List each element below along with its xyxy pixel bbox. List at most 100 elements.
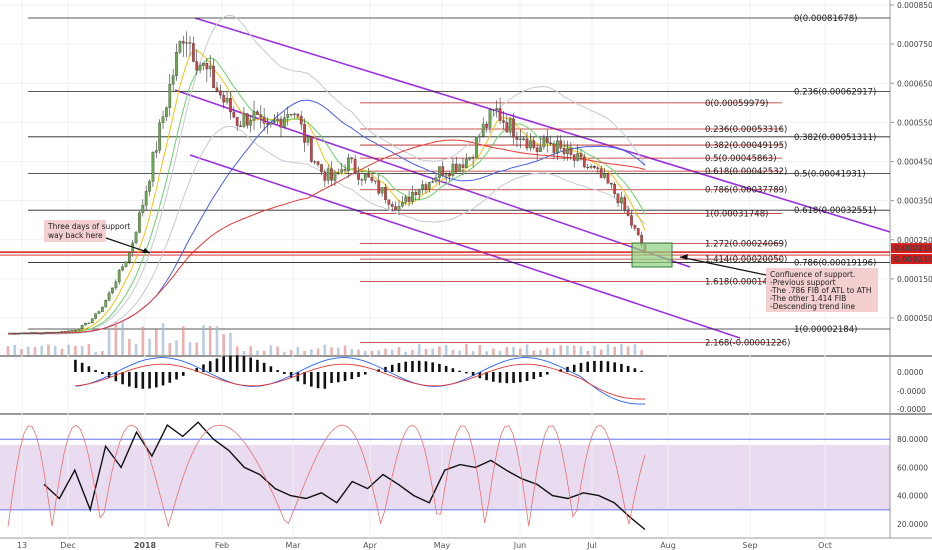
volume-bar (289, 350, 293, 355)
candle-body (10, 333, 13, 335)
candle-body (613, 184, 617, 194)
candle-body (606, 173, 610, 184)
candle-body (101, 306, 104, 312)
time-label-4: Mar (285, 541, 301, 550)
candle-body (239, 125, 242, 127)
candle-body (63, 331, 67, 333)
price-tick-label-3: 0.00055000 (897, 118, 932, 127)
volume-bar (222, 334, 226, 355)
candle-body (347, 157, 350, 171)
volume-bar (256, 350, 259, 355)
candle-body (188, 42, 192, 44)
fib-secondary-label-8: 1.414(0.00020050) (705, 255, 787, 265)
oscillator-histogram-bar (357, 372, 360, 377)
volume-bar (101, 351, 104, 355)
volume-bar (532, 350, 536, 355)
candle-body (468, 157, 472, 160)
candle-body (202, 63, 205, 66)
oscillator-histogram-bar (87, 366, 91, 372)
candle-body (74, 330, 77, 332)
volume-bar (390, 349, 394, 355)
oscillator-histogram-bar (242, 355, 246, 372)
oscillator-histogram-bar (404, 361, 408, 372)
candle-body (488, 109, 492, 128)
volume-bar (296, 346, 300, 355)
volume-bar (148, 338, 151, 355)
volume-bar (141, 326, 145, 355)
price-marker-label-0: 0.00021839 (894, 244, 932, 253)
rsi-axis: 80.0000 60.0000 40.0000 20.0000 (897, 435, 928, 529)
candle-body (394, 206, 397, 211)
candle-body (53, 331, 57, 334)
price-tick-label-0: 0.00085000 (897, 1, 932, 10)
oscillator-histogram-bar (417, 360, 421, 372)
oscillator-histogram-bar (269, 366, 273, 372)
candle-body (586, 166, 590, 168)
candle-body (360, 179, 364, 181)
candle-body (111, 287, 114, 294)
candle-body (289, 114, 293, 116)
candle-body (218, 90, 222, 96)
volume-bar (276, 346, 279, 355)
oscillator-histogram-bar (505, 372, 509, 384)
oscillator-tick-label-2: -0.0000 (897, 405, 926, 414)
candle-body (195, 61, 199, 71)
oscillator-histogram-bar (498, 372, 502, 383)
oscillator-histogram-bar (579, 362, 583, 372)
candle-body (192, 43, 195, 62)
rsi-tick-label-3: 20.0000 (897, 520, 928, 529)
candle-body (198, 65, 202, 71)
volume-bar (431, 348, 434, 355)
volume-bar (620, 344, 623, 355)
candle-body (441, 166, 445, 176)
price-tick-label-4: 0.00045000 (897, 158, 932, 167)
candle-body (303, 123, 306, 143)
candle-body (43, 331, 47, 334)
volume-bar (128, 339, 131, 355)
candle-body (232, 111, 236, 118)
candle-body (141, 205, 145, 213)
oscillator-histogram-bar (363, 372, 367, 375)
candle-body (444, 173, 448, 176)
volume-bar (552, 348, 556, 355)
candle-body (636, 228, 640, 236)
candle-body (84, 323, 87, 326)
time-label-8: Jul (586, 541, 597, 550)
volume-bar (363, 350, 367, 355)
price-tick-label-7: 0.00015000 (897, 275, 932, 284)
candle-body (330, 168, 333, 181)
candle-body (427, 182, 431, 190)
candle-body (185, 42, 188, 44)
price-panel (0, 0, 890, 355)
candle-body (508, 118, 512, 133)
candle-body (279, 118, 283, 128)
oscillator-histogram-bar (249, 357, 252, 372)
oscillator-histogram-bar (411, 360, 414, 372)
candle-body (94, 313, 97, 319)
candle-body (313, 161, 317, 163)
candle-body (158, 122, 162, 151)
candle-body (576, 153, 579, 161)
volume-bar (80, 346, 84, 355)
oscillator-histogram-bar (512, 372, 515, 384)
candle-body (340, 169, 344, 173)
oscillator-histogram-bar (175, 372, 178, 380)
support-zone-box[interactable] (631, 242, 673, 268)
price-chart[interactable]: 0(0.00081678) 0.236(0.00062917) 0.382(0.00… (0, 0, 932, 550)
volume-bar (107, 330, 111, 355)
candle-body (323, 171, 327, 181)
fib-primary-label-3: 0.5(0.00041931) (794, 170, 866, 180)
volume-bar (74, 345, 77, 355)
candle-body (178, 41, 182, 53)
price-tick-label-2: 0.00065000 (897, 79, 932, 88)
candle-body (630, 215, 633, 226)
candle-body (552, 143, 556, 153)
candle-body (481, 123, 485, 137)
oscillator-histogram-bar (593, 360, 596, 372)
time-label-3: Feb (215, 541, 229, 550)
oscillator-histogram-bar (613, 362, 616, 372)
oscillator-histogram-bar (350, 372, 354, 380)
oscillator-histogram-bar (465, 372, 468, 374)
rsi-panel-band (0, 445, 890, 509)
time-label-2: 2018 (134, 541, 157, 550)
